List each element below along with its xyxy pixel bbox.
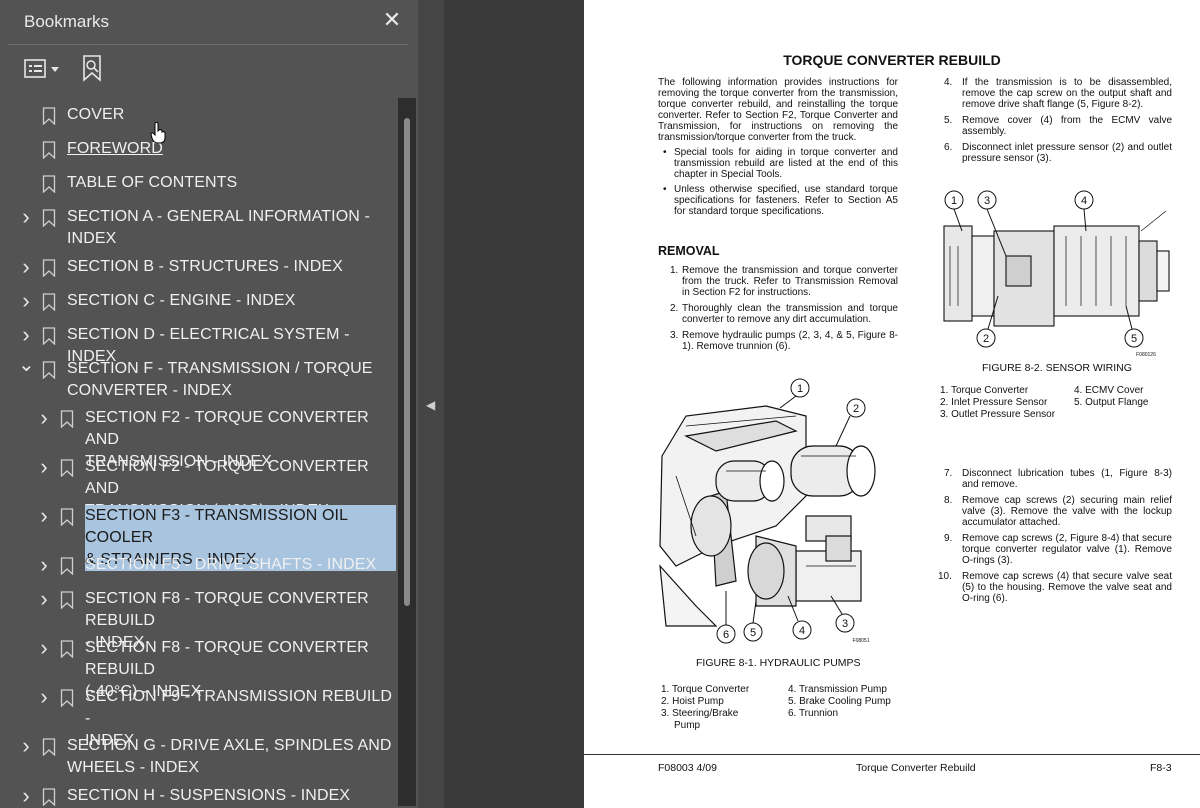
chevron-right-icon[interactable]: ›: [18, 785, 34, 807]
chevron-right-icon[interactable]: ›: [36, 686, 52, 708]
chevron-right-icon[interactable]: ›: [36, 588, 52, 610]
bookmark-label[interactable]: FOREWORD: [67, 138, 163, 160]
bookmark-icon: [42, 259, 56, 277]
step-text: Disconnect lubrication tubes (1, Figure …: [962, 468, 1172, 490]
bookmark-label[interactable]: SECTION A - GENERAL INFORMATION - INDEX: [67, 206, 370, 250]
chevron-right-icon[interactable]: ›: [18, 324, 34, 346]
bookmark-icon: [60, 591, 74, 609]
bookmark-icon: [60, 508, 74, 526]
left-column: The following information provides instr…: [658, 77, 898, 221]
bookmark-label[interactable]: SECTION H - SUSPENSIONS - INDEX: [67, 785, 350, 807]
bullet-item: Special tools for aiding in torque conve…: [658, 147, 898, 180]
footer-doc-id: F08003 4/09: [658, 762, 717, 774]
figure-8-1-legend-right: 4. Transmission Pump 5. Brake Cooling Pu…: [788, 684, 891, 719]
bookmark-icon: [60, 640, 74, 658]
bookmark-icon: [60, 459, 74, 477]
callout-5: 5: [1131, 333, 1137, 345]
close-icon[interactable]: ✕: [380, 8, 404, 32]
chevron-right-icon[interactable]: ›: [36, 554, 52, 576]
figure-8-2-legend-left: 1. Torque Converter 2. Inlet Pressure Se…: [940, 385, 1056, 420]
callout-4: 4: [799, 625, 805, 637]
add-bookmark-icon: [83, 55, 101, 82]
chevron-right-icon[interactable]: ›: [36, 407, 52, 429]
bookmark-list[interactable]: COVER FOREWORD TABLE OF CONTENTS › SECTION A…: [8, 98, 398, 808]
step-text: Remove cap screws (4) that secure valve …: [962, 571, 1172, 604]
bookmark-options-button[interactable]: [22, 56, 64, 82]
footer-page-number: F8-3: [1150, 762, 1172, 774]
bookmark-icon: [42, 361, 56, 379]
bookmark-icon: [42, 788, 56, 806]
step-text: Disconnect inlet pressure sensor (2) and…: [962, 142, 1172, 164]
panel-title: Bookmarks: [24, 12, 110, 31]
scrollbar-thumb[interactable]: [404, 118, 410, 606]
bookmark-label[interactable]: SECTION F - TRANSMISSION / TORQUE CONVERT…: [67, 358, 373, 402]
bookmark-icon: [60, 410, 74, 428]
callout-2: 2: [853, 403, 859, 415]
bookmark-icon: [42, 293, 56, 311]
callout-2: 2: [983, 333, 989, 345]
bookmark-label[interactable]: SECTION F5 - DRIVE SHAFTS - INDEX: [85, 554, 376, 576]
bookmark-options-icon: [24, 59, 59, 78]
step-text: If the transmission is to be disassemble…: [962, 77, 1172, 110]
removal-step: Thoroughly clean the transmission and to…: [682, 303, 898, 325]
callout-1: 1: [951, 195, 957, 207]
callout-6: 6: [723, 629, 729, 641]
intro-paragraph: The following information provides instr…: [658, 77, 898, 143]
chevron-right-icon[interactable]: ›: [36, 637, 52, 659]
bookmark-icon: [42, 209, 56, 227]
bookmark-label[interactable]: SECTION G - DRIVE AXLE, SPINDLES AND WHEE…: [67, 735, 392, 779]
bookmark-label[interactable]: COVER: [67, 104, 124, 126]
step-text: Remove cap screws (2) securing main reli…: [962, 495, 1172, 528]
bookmark-icon: [42, 175, 56, 193]
hand-cursor-icon: [150, 122, 166, 144]
collapse-panel-icon[interactable]: ◀: [426, 396, 438, 414]
figure-8-1-legend-left: 1. Torque Converter 2. Hoist Pump 3. Ste…: [661, 684, 750, 731]
figure-8-1-caption: FIGURE 8-1. HYDRAULIC PUMPS: [696, 657, 861, 669]
chevron-right-icon[interactable]: ›: [18, 206, 34, 228]
step-text: Remove cap screws (2, Figure 8-4) that s…: [962, 533, 1172, 566]
right-steps-a: 4. If the transmission is to be disassemb…: [944, 77, 1172, 164]
removal-heading: REMOVAL: [658, 244, 720, 258]
figure-8-2-legend-right: 4. ECMV Cover 5. Output Flange: [1074, 385, 1149, 408]
callout-3: 3: [842, 618, 848, 630]
document-page: TORQUE CONVERTER REBUILD The following i…: [584, 0, 1200, 808]
figure-code: F08051: [853, 638, 870, 644]
callout-3: 3: [984, 195, 990, 207]
chevron-right-icon[interactable]: ›: [36, 505, 52, 527]
right-steps-b: 7. Disconnect lubrication tubes (1, Figur…: [938, 468, 1172, 604]
bookmark-icon: [60, 689, 74, 707]
bookmark-icon: [42, 738, 56, 756]
chevron-right-icon[interactable]: ›: [18, 256, 34, 278]
footer-chapter-title: Torque Converter Rebuild: [856, 762, 976, 774]
panel-divider: [8, 44, 408, 45]
add-bookmark-button[interactable]: [80, 54, 106, 84]
step-text: Remove cover (4) from the ECMV valve ass…: [962, 115, 1172, 137]
callout-4: 4: [1081, 195, 1087, 207]
figure-8-1-hydraulic-pumps: 1 2 3 4 5 6 F08051: [659, 378, 876, 644]
removal-step: Remove hydraulic pumps (2, 3, 4, & 5, Fi…: [682, 330, 898, 352]
chevron-down-icon[interactable]: ⌄: [18, 355, 35, 380]
bookmark-label[interactable]: SECTION C - ENGINE - INDEX: [67, 290, 295, 312]
bookmark-icon: [42, 327, 56, 345]
chevron-right-icon[interactable]: ›: [18, 290, 34, 312]
bookmarks-panel: Bookmarks ✕ COVER FOREWORD TABLE OF CONTEN…: [0, 0, 418, 808]
bullet-item: Unless otherwise specified, use standard…: [658, 184, 898, 217]
page-title: TORQUE CONVERTER REBUILD: [783, 52, 1001, 68]
chevron-right-icon[interactable]: ›: [18, 735, 34, 757]
bookmark-label[interactable]: TABLE OF CONTENTS: [67, 172, 237, 194]
chevron-right-icon[interactable]: ›: [36, 456, 52, 478]
figure-code: F080126: [1136, 352, 1156, 358]
callout-1: 1: [797, 383, 803, 395]
footer-rule: [584, 754, 1200, 755]
figure-8-2-caption: FIGURE 8-2. SENSOR WIRING: [982, 362, 1132, 374]
removal-step: Remove the transmission and torque conve…: [682, 265, 898, 298]
callout-5: 5: [750, 627, 756, 639]
bookmark-icon: [42, 141, 56, 159]
bookmark-icon: [60, 557, 74, 575]
figure-8-2-sensor-wiring: 1 3 4 2 5 F080126: [943, 190, 1170, 358]
bookmark-icon: [42, 107, 56, 125]
removal-steps: 1. Remove the transmission and torque con…: [670, 265, 898, 352]
bookmark-label[interactable]: SECTION B - STRUCTURES - INDEX: [67, 256, 343, 278]
